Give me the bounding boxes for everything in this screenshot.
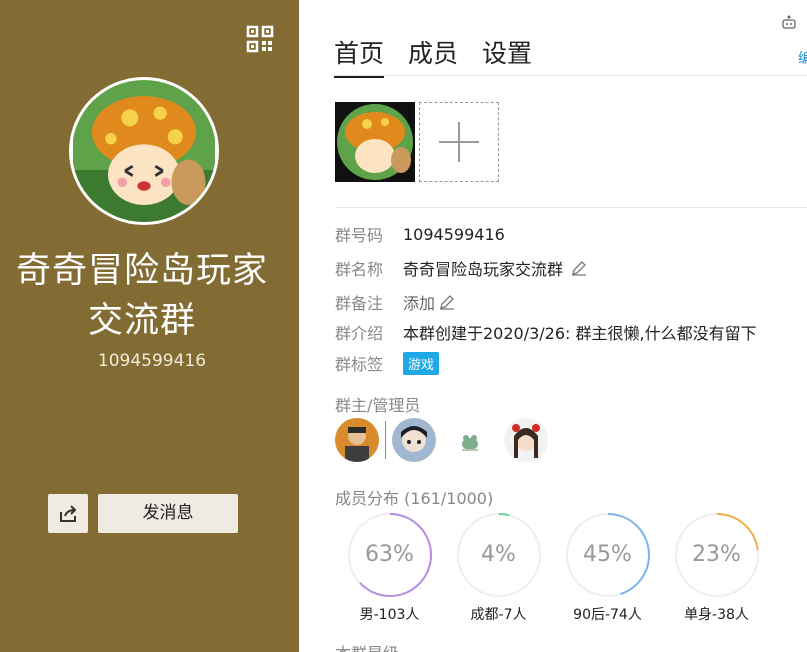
- group-photo-thumbnail[interactable]: [335, 102, 415, 182]
- stat-ring: 45%: [565, 512, 651, 598]
- tab-members[interactable]: 成员: [408, 34, 458, 78]
- stat-single[interactable]: 23% 单身-38人: [662, 512, 771, 624]
- stat-ring: 4%: [456, 512, 542, 598]
- add-photo-button[interactable]: [419, 102, 499, 182]
- send-message-button[interactable]: 发消息: [98, 494, 238, 533]
- group-name-line1: 奇奇冒险岛玩家: [15, 251, 268, 291]
- info-value-name: 奇奇冒险岛玩家交流群: [403, 260, 564, 279]
- share-icon: [60, 504, 77, 522]
- info-label-remark: 群备注: [335, 294, 384, 313]
- admin-avatar[interactable]: [504, 418, 548, 462]
- stat-ring: 23%: [674, 512, 760, 598]
- share-button[interactable]: [48, 494, 88, 533]
- group-profile-panel: 奇奇冒险岛玩家 交流群 1094599416 发消息: [0, 0, 299, 652]
- info-row-tag: 群标签 游戏: [335, 351, 440, 375]
- admin-separator: [385, 421, 386, 459]
- stat-label: 单身-38人: [684, 607, 749, 623]
- group-name: 奇奇冒险岛玩家 交流群: [0, 246, 284, 346]
- edit-icon[interactable]: [439, 294, 455, 310]
- tab-bar: 首页 成员 设置: [334, 34, 532, 78]
- group-id: 1094599416: [97, 351, 207, 371]
- tab-settings[interactable]: 设置: [482, 34, 532, 78]
- admin-avatar[interactable]: [448, 418, 492, 462]
- stat-region[interactable]: 4% 成都-7人: [444, 512, 553, 624]
- plus-icon: [439, 122, 479, 162]
- admin-avatar[interactable]: [392, 418, 436, 462]
- group-tag-badge[interactable]: 游戏: [403, 351, 440, 375]
- info-row-id: 群号码 1094599416: [335, 222, 505, 246]
- tabs-divider: [334, 75, 807, 76]
- stat-label: 男-103人: [359, 607, 420, 623]
- info-label-id: 群号码: [335, 226, 384, 245]
- info-value-intro: 本群创建于2020/3/26: 群主很懒,什么都没有留下: [403, 324, 757, 343]
- group-level-title: 本群星级: [335, 640, 399, 652]
- info-row-intro: 群介绍 本群创建于2020/3/26: 群主很懒,什么都没有留下: [335, 320, 757, 344]
- stat-ring: 63%: [347, 512, 433, 598]
- stat-label: 成都-7人: [470, 607, 527, 623]
- edit-icon[interactable]: [571, 260, 587, 276]
- robot-icon[interactable]: [781, 14, 797, 30]
- stat-age[interactable]: 45% 90后-74人: [553, 512, 662, 624]
- add-remark-link[interactable]: 添加: [403, 290, 435, 314]
- info-row-name: 群名称 奇奇冒险岛玩家交流群: [335, 256, 587, 280]
- info-label-tag: 群标签: [335, 355, 384, 374]
- tab-home[interactable]: 首页: [334, 34, 385, 78]
- member-distribution: 63% 男-103人 4% 成都-7人 45% 90后-74人 23% 单身-3…: [335, 512, 771, 624]
- stat-label: 90后-74人: [573, 607, 642, 623]
- group-detail-panel: 编 首页 成员 设置 群号码 1094599416 群名称 奇奇冒险岛玩家交流群: [299, 0, 807, 652]
- info-row-remark: 群备注 添加: [335, 290, 455, 314]
- distribution-title: 成员分布 (161/1000): [335, 489, 494, 508]
- stat-gender[interactable]: 63% 男-103人: [335, 512, 444, 624]
- info-value-id: 1094599416: [403, 224, 505, 244]
- group-avatar[interactable]: [69, 77, 219, 225]
- stat-value: 63%: [365, 542, 414, 567]
- edit-link[interactable]: 编: [798, 48, 807, 68]
- section-divider: [335, 207, 807, 208]
- owner-avatar[interactable]: [335, 418, 379, 462]
- info-label-name: 群名称: [335, 260, 384, 279]
- admin-list: [335, 418, 560, 462]
- stat-value: 45%: [583, 542, 632, 567]
- info-label-intro: 群介绍: [335, 324, 384, 343]
- qr-code-icon[interactable]: [246, 25, 274, 53]
- group-name-line2: 交流群: [87, 301, 196, 341]
- stat-value: 4%: [481, 542, 516, 567]
- stat-value: 23%: [692, 542, 741, 567]
- admins-title: 群主/管理员: [335, 396, 421, 415]
